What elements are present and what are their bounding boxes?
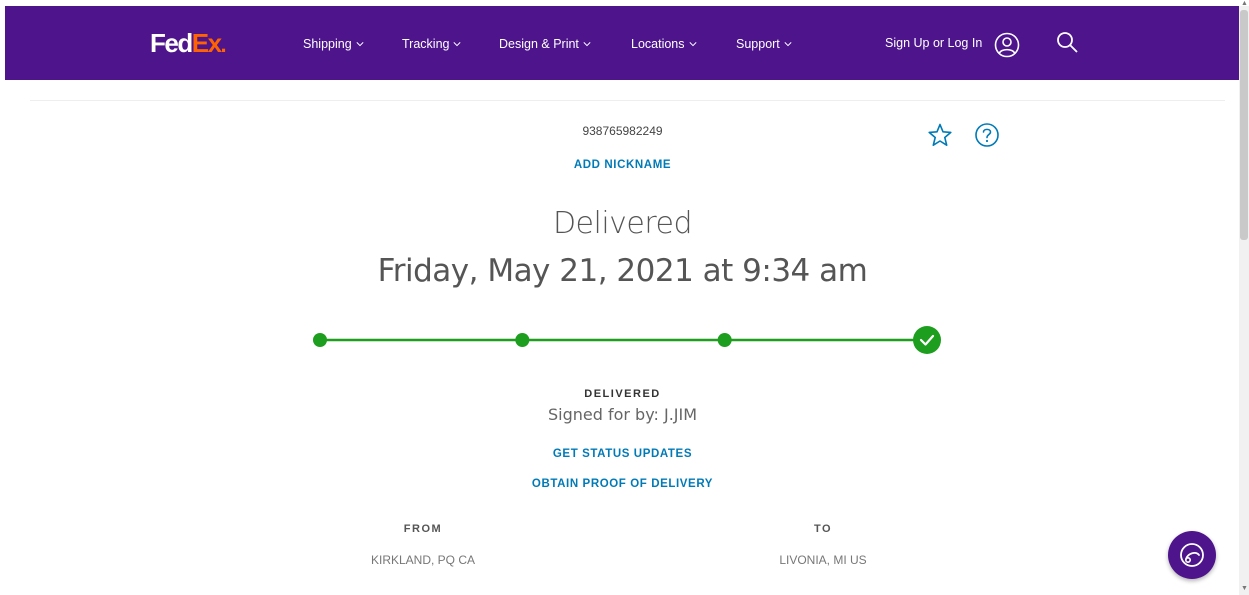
logo-ex: Ex — [191, 28, 222, 58]
nav-design-print-label: Design & Print — [499, 37, 579, 51]
to-location: LIVONIA, MI US — [779, 553, 867, 567]
progress-step-2 — [515, 333, 530, 347]
fedex-logo[interactable]: FedEx. — [150, 28, 227, 60]
star-icon[interactable] — [927, 122, 953, 148]
logo-dot: . — [220, 32, 227, 57]
sign-in-link[interactable]: Sign Up or Log In — [885, 36, 982, 50]
nav-support[interactable]: Support — [736, 37, 792, 51]
logo-fed: Fed — [150, 28, 193, 58]
to-label: TO — [813, 523, 833, 535]
help-icon[interactable] — [974, 122, 1000, 148]
delivery-date: Friday, May 21, 2021 at 9:34 am — [377, 253, 868, 289]
nav-design-print[interactable]: Design & Print — [499, 37, 591, 51]
progress-step-4 — [913, 326, 941, 354]
shipment-progress-bar — [313, 326, 941, 354]
chevron-down-icon — [784, 42, 792, 47]
get-status-updates-link[interactable]: GET STATUS UPDATES — [553, 448, 692, 460]
chevron-down-icon — [583, 42, 591, 47]
progress-step-1 — [313, 333, 327, 347]
header-divider — [30, 100, 1225, 101]
chevron-down-icon — [356, 42, 364, 47]
from-label: FROM — [403, 523, 443, 535]
user-icon[interactable] — [994, 32, 1020, 58]
nav-locations[interactable]: Locations — [631, 37, 697, 51]
progress-step-3 — [717, 333, 732, 347]
obtain-proof-row: OBTAIN PROOF OF DELIVERY — [0, 474, 1245, 492]
from-location: KIRKLAND, PQ CA — [370, 553, 476, 567]
tracking-number: 938765982249 — [582, 124, 663, 138]
status-label: DELIVERED — [584, 388, 661, 400]
scroll-up-arrow-icon[interactable]: ▲ — [1241, 0, 1248, 7]
delivery-status-heading: Delivered — [552, 206, 693, 241]
nav-tracking-label: Tracking — [402, 37, 450, 51]
top-navigation-bar: FedEx. Shipping Tracking Design & Print … — [5, 6, 1239, 80]
nav-shipping[interactable]: Shipping — [303, 37, 364, 51]
nav-shipping-label: Shipping — [303, 37, 352, 51]
search-icon[interactable] — [1055, 30, 1079, 54]
nav-tracking[interactable]: Tracking — [402, 37, 462, 51]
scroll-down-arrow-icon[interactable]: ▼ — [1241, 585, 1248, 592]
chat-button[interactable] — [1168, 531, 1216, 579]
add-nickname-link[interactable]: ADD NICKNAME — [574, 159, 671, 171]
nav-support-label: Support — [736, 37, 780, 51]
chevron-down-icon — [688, 42, 697, 47]
add-nickname-row: ADD NICKNAME — [0, 155, 1245, 173]
get-status-updates-row: GET STATUS UPDATES — [0, 444, 1245, 462]
chevron-down-icon — [453, 42, 462, 47]
chat-icon — [1180, 543, 1204, 567]
obtain-proof-of-delivery-link[interactable]: OBTAIN PROOF OF DELIVERY — [532, 478, 713, 490]
nav-locations-label: Locations — [631, 37, 685, 51]
signed-for-text: Signed for by: J.JIM — [547, 405, 698, 424]
